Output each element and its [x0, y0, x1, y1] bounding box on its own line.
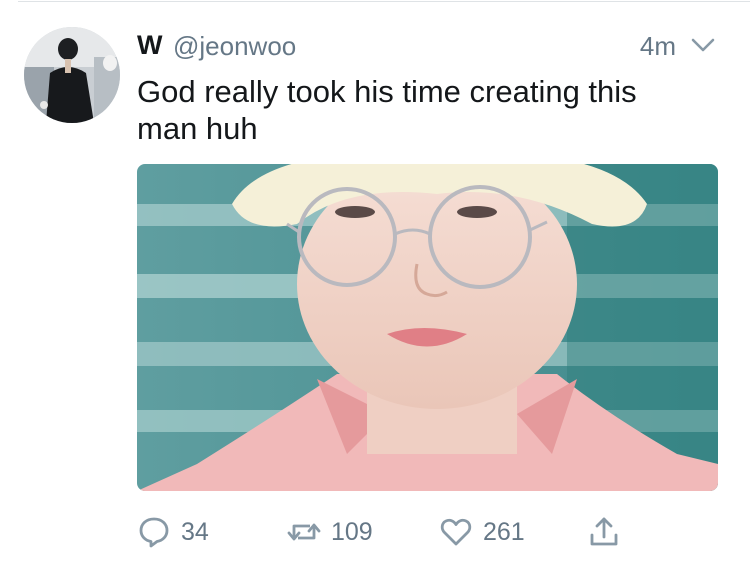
retweet-icon	[287, 523, 321, 541]
like-button[interactable]: 261	[439, 512, 525, 552]
reply-button[interactable]: 34	[137, 512, 209, 552]
reply-count: 34	[181, 517, 209, 546]
photo-image	[137, 164, 718, 491]
share-button[interactable]	[587, 512, 621, 552]
chevron-down-icon[interactable]	[690, 34, 716, 56]
tweet-text: God really took his time creating this m…	[137, 74, 637, 146]
like-count: 261	[483, 517, 525, 546]
tweet-header: W @jeonwoo 4m	[137, 30, 722, 62]
tweet-actions: 34 109 261	[137, 512, 637, 552]
retweet-count: 109	[331, 517, 373, 546]
avatar-image	[24, 27, 120, 123]
user-handle[interactable]: @jeonwoo	[173, 31, 296, 62]
heart-icon	[440, 518, 472, 546]
avatar[interactable]	[24, 27, 120, 123]
display-name[interactable]: W	[137, 30, 162, 61]
reply-icon	[139, 517, 169, 548]
retweet-button[interactable]: 109	[287, 512, 373, 552]
top-divider	[18, 1, 750, 2]
share-icon	[590, 517, 618, 546]
timestamp[interactable]: 4m	[640, 31, 676, 62]
tweet-media-photo[interactable]	[137, 164, 718, 491]
